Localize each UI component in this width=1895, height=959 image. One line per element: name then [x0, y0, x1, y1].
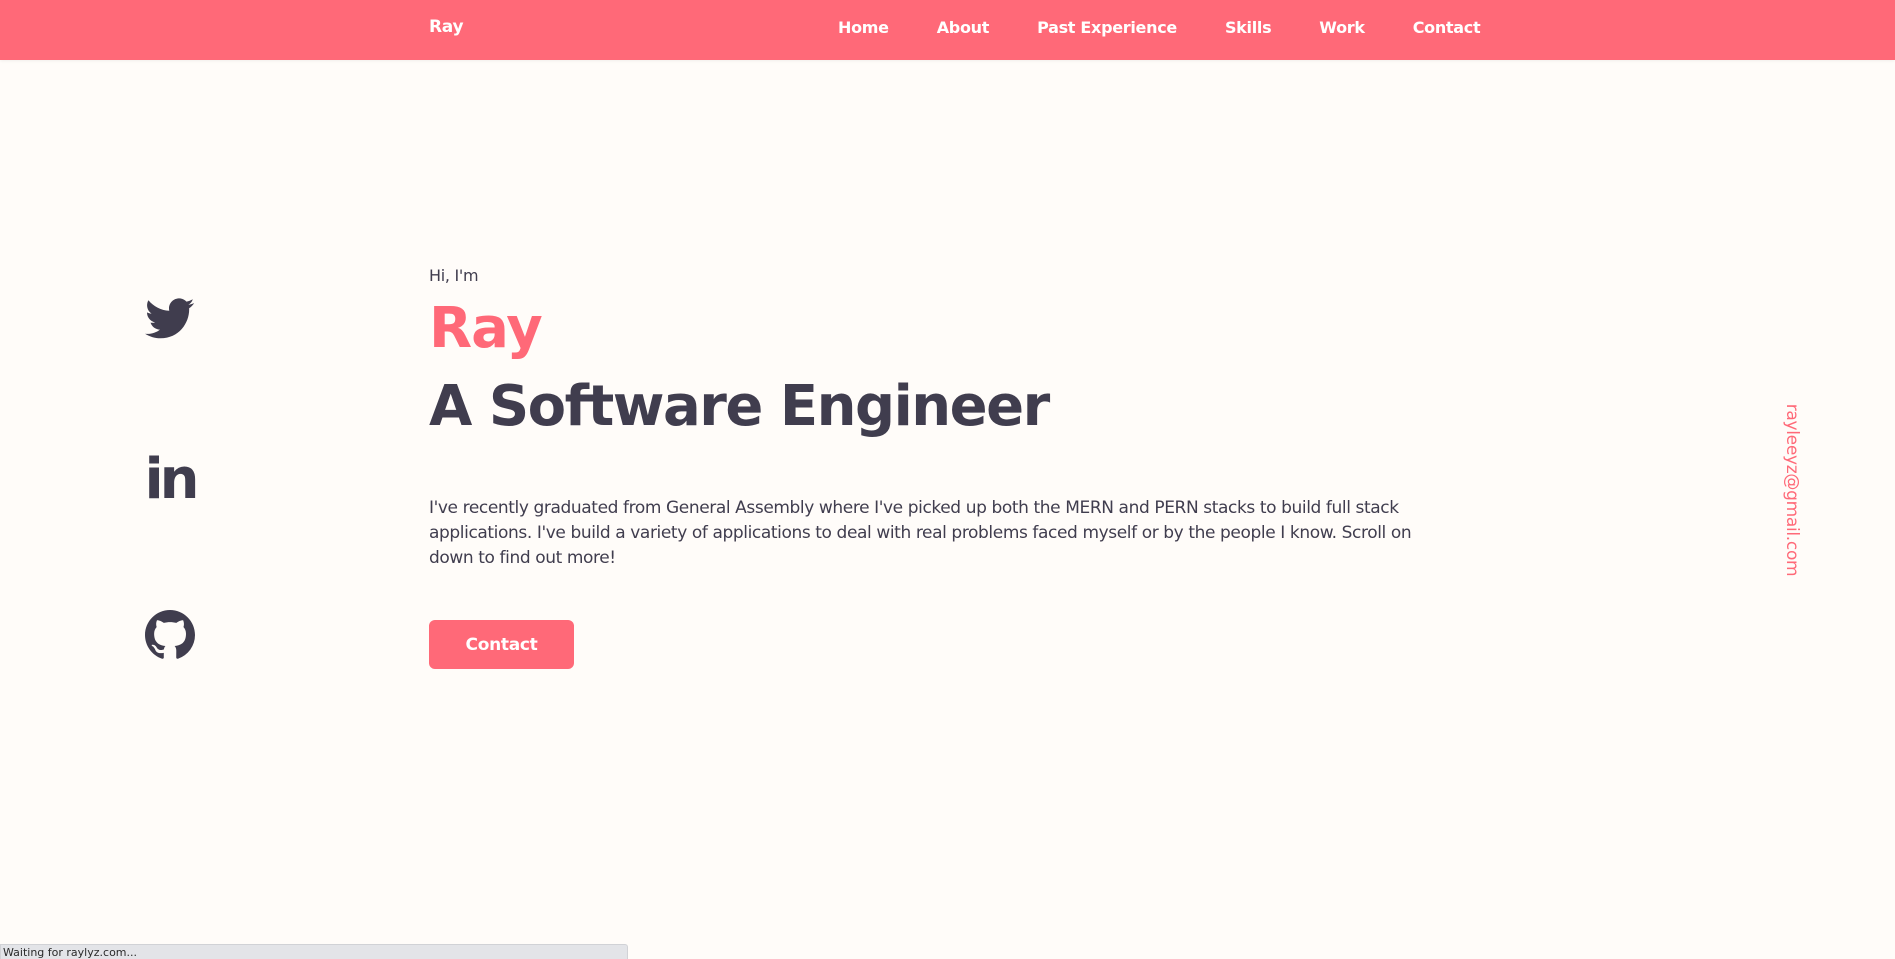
brand-logo[interactable]: Ray	[429, 17, 464, 37]
nav-link-past-experience[interactable]: Past Experience	[1037, 18, 1177, 37]
nav-link-about[interactable]: About	[937, 18, 990, 37]
github-icon[interactable]	[140, 605, 200, 665]
hero-section: Hi, I'm Ray A Software Engineer I've rec…	[429, 266, 1449, 669]
email-link[interactable]: rayleeyz@gmail.com	[1782, 370, 1802, 610]
nav-link-work[interactable]: Work	[1319, 18, 1365, 37]
linkedin-icon[interactable]: in	[140, 450, 200, 510]
browser-status-bar: Waiting for raylyz.com...	[0, 944, 628, 959]
next-section-heading-fragment	[893, 952, 993, 959]
navbar: Ray Home About Past Experience Skills Wo…	[0, 0, 1895, 60]
hero-intro: I've recently graduated from General Ass…	[429, 498, 1412, 568]
nav-link-skills[interactable]: Skills	[1225, 18, 1272, 37]
twitter-icon[interactable]	[140, 289, 200, 349]
linkedin-glyph: in	[144, 447, 199, 512]
nav-link-contact[interactable]: Contact	[1413, 18, 1481, 37]
hero-role: A Software Engineer	[429, 374, 1050, 439]
nav-link-home[interactable]: Home	[838, 18, 889, 37]
nav-links: Home About Past Experience Skills Work C…	[838, 18, 1481, 37]
hero-name: Ray	[429, 296, 543, 361]
contact-button[interactable]: Contact	[429, 620, 574, 669]
hero-greeting: Hi, I'm	[429, 266, 479, 285]
